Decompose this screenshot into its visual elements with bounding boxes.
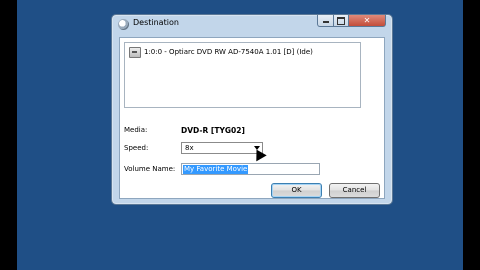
media-value: DVD-R [TYG02] xyxy=(181,126,245,135)
optical-drive-icon xyxy=(129,46,141,58)
window-title: Destination xyxy=(133,18,179,27)
close-icon: ✕ xyxy=(363,16,371,25)
speed-label: Speed: xyxy=(124,144,149,152)
letterbox-right xyxy=(463,0,480,270)
minimize-button[interactable] xyxy=(317,15,334,27)
cancel-button[interactable]: Cancel xyxy=(329,183,380,198)
media-label: Media: xyxy=(124,126,148,134)
letterbox-left xyxy=(0,0,17,270)
minimize-icon xyxy=(322,21,329,23)
maximize-button[interactable] xyxy=(333,15,349,27)
close-button[interactable]: ✕ xyxy=(348,15,386,27)
maximize-icon xyxy=(337,17,345,25)
list-item[interactable]: 1:0:0 - Optiarc DVD RW AD-7540A 1.01 [D]… xyxy=(129,46,313,58)
title-bar[interactable]: Destination ✕ xyxy=(112,15,392,35)
drive-list[interactable]: 1:0:0 - Optiarc DVD RW AD-7540A 1.01 [D]… xyxy=(124,42,361,108)
volume-name-label: Volume Name: xyxy=(124,165,176,173)
volume-name-input[interactable]: My Favorite Movie xyxy=(181,163,320,175)
ok-button[interactable]: OK xyxy=(271,183,322,198)
app-icon xyxy=(118,19,129,30)
drive-label: 1:0:0 - Optiarc DVD RW AD-7540A 1.01 [D]… xyxy=(144,48,313,56)
volume-name-value: My Favorite Movie xyxy=(183,165,249,174)
speed-value: 8x xyxy=(185,144,194,152)
dialog-content: 1:0:0 - Optiarc DVD RW AD-7540A 1.01 [D]… xyxy=(119,37,385,199)
destination-dialog: Destination ✕ 1:0:0 - Optiarc DVD RW AD-… xyxy=(111,14,393,205)
